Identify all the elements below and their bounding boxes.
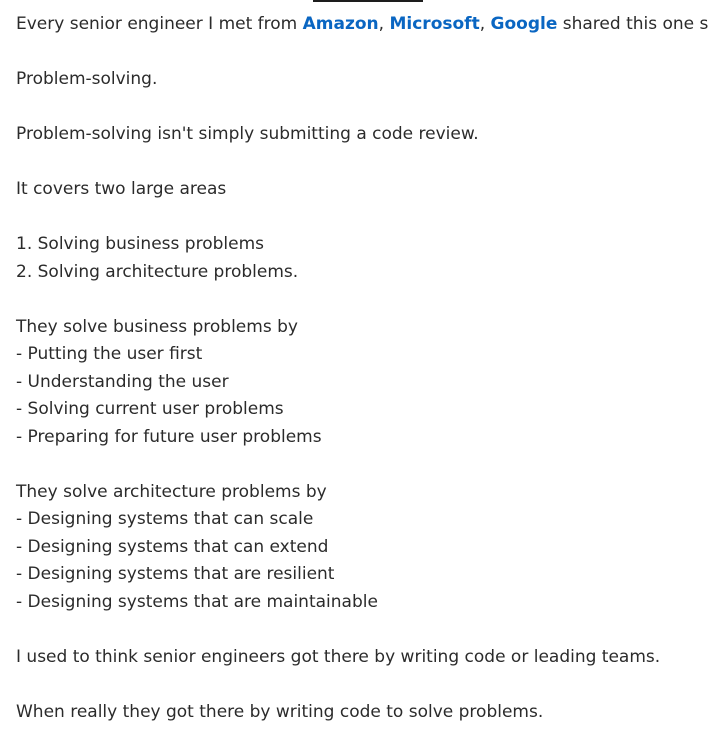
list-item: 1. Solving business problems (16, 234, 264, 254)
mention-microsoft[interactable]: Microsoft (389, 14, 479, 34)
intro-line: Every senior engineer I met from Amazon,… (16, 14, 708, 34)
paragraph: Problem-solving. (16, 69, 158, 89)
paragraph: I used to think senior engineers got the… (16, 646, 661, 667)
mention-amazon[interactable]: Amazon (303, 14, 379, 34)
list-item: - Solving current user problems (16, 399, 284, 419)
list-item: 2. Solving architecture problems. (16, 261, 299, 282)
section-heading: They solve architecture problems by (16, 481, 327, 502)
list-item: - Designing systems that are maintainabl… (16, 591, 378, 612)
list-item: - Designing systems that can scale (16, 509, 314, 529)
post-body: Every senior engineer I met from Amazon,… (16, 11, 708, 726)
list-item: - Designing systems that can extend (16, 536, 329, 557)
list-item: - Understanding the user (16, 371, 229, 392)
mention-google[interactable]: Google (491, 14, 558, 34)
list-item: - Preparing for future user problems (16, 426, 322, 447)
paragraph: It covers two large areas (16, 179, 227, 199)
active-indicator-bar (313, 0, 423, 2)
section-heading: They solve business problems by (16, 316, 298, 337)
paragraph: Problem-solving isn't simply submitting … (16, 124, 479, 144)
list-item: - Putting the user first (16, 344, 203, 364)
paragraph: When really they got there by writing co… (16, 701, 544, 722)
list-item: - Designing systems that are resilient (16, 564, 335, 584)
